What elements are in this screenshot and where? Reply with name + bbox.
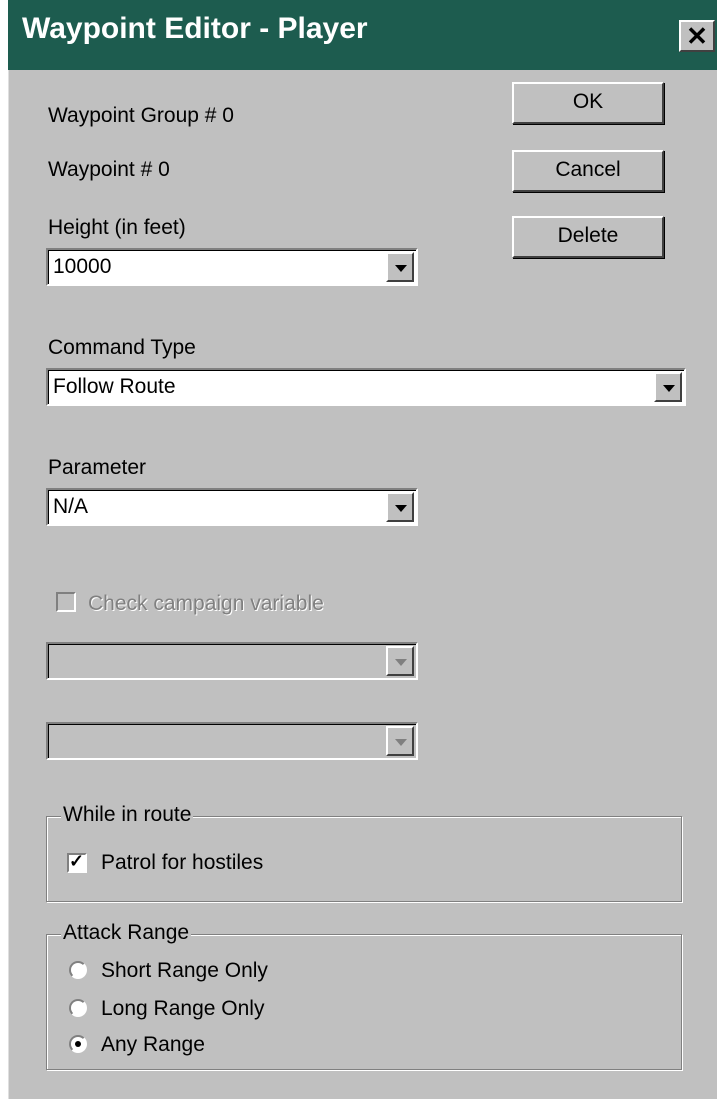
close-button[interactable]: ✕: [679, 20, 715, 52]
command-type-value: Follow Route: [53, 375, 176, 398]
chevron-down-icon[interactable]: [386, 726, 414, 756]
delete-button[interactable]: Delete: [512, 216, 664, 258]
command-type-label: Command Type: [48, 336, 196, 359]
title-bar[interactable]: Waypoint Editor - Player ✕: [8, 0, 717, 70]
height-label: Height (in feet): [48, 216, 186, 239]
any-range-label: Any Range: [101, 1033, 205, 1056]
short-range-radio[interactable]: [69, 961, 87, 979]
campaign-variable-label: Check campaign variable: [88, 592, 324, 615]
close-icon: ✕: [686, 21, 708, 51]
short-range-label: Short Range Only: [101, 959, 268, 982]
chevron-down-icon[interactable]: [386, 252, 414, 282]
while-in-route-group: While in route ✓ Patrol for hostiles: [46, 803, 682, 902]
campaign-variable-checkbox[interactable]: [56, 592, 76, 612]
attack-range-legend: Attack Range: [61, 921, 192, 945]
attack-range-group: Attack Range Short Range Only Long Range…: [46, 921, 682, 1070]
long-range-label: Long Range Only: [101, 997, 265, 1020]
any-range-radio[interactable]: [69, 1035, 87, 1053]
while-in-route-legend: While in route: [61, 803, 194, 827]
waypoint-group-label: Waypoint Group # 0: [48, 104, 234, 127]
patrol-checkbox[interactable]: ✓: [67, 851, 87, 873]
parameter-label: Parameter: [48, 456, 147, 479]
window-title: Waypoint Editor - Player: [22, 12, 368, 45]
chevron-down-icon[interactable]: [386, 492, 414, 522]
checkmark-icon: ✓: [69, 851, 85, 871]
waypoint-editor-dialog: Waypoint Editor - Player ✕ Waypoint Grou…: [8, 0, 717, 1099]
long-range-radio[interactable]: [69, 999, 87, 1017]
campaign-variable-combo-1[interactable]: [46, 642, 418, 680]
ok-button[interactable]: OK: [512, 82, 664, 124]
height-value: 10000: [53, 255, 112, 278]
parameter-combo[interactable]: N/A: [46, 488, 418, 526]
parameter-value: N/A: [53, 495, 89, 518]
chevron-down-icon[interactable]: [386, 646, 414, 676]
campaign-variable-combo-2[interactable]: [46, 722, 418, 760]
radio-selected-dot: [75, 1041, 81, 1047]
height-combo[interactable]: 10000: [46, 248, 418, 286]
chevron-down-icon[interactable]: [654, 372, 682, 402]
waypoint-number-label: Waypoint # 0: [48, 158, 170, 181]
command-type-combo[interactable]: Follow Route: [46, 368, 686, 406]
cancel-button[interactable]: Cancel: [512, 150, 664, 192]
patrol-label: Patrol for hostiles: [101, 851, 264, 874]
